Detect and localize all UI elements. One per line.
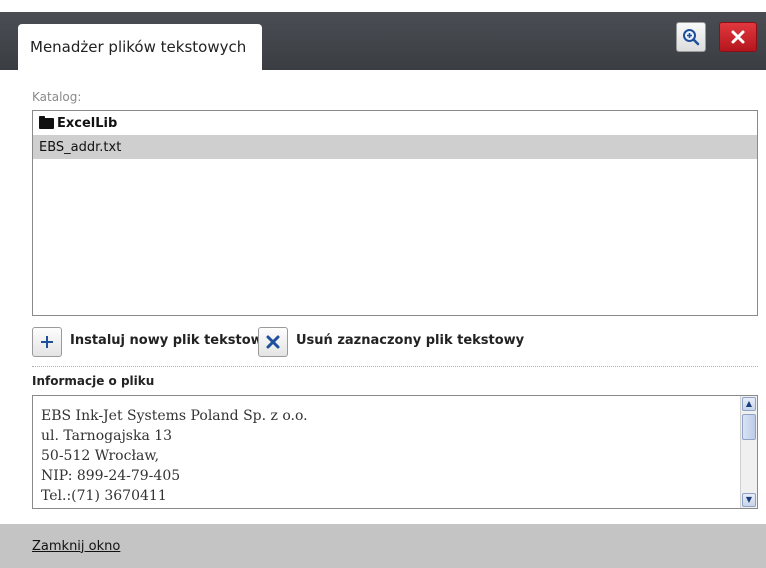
file-info-line: EBS Ink-Jet Systems Poland Sp. z o.o. xyxy=(41,408,308,424)
vertical-scrollbar[interactable]: ▲ ▼ xyxy=(740,396,757,508)
zoom-in-icon xyxy=(683,29,700,46)
partial-caption xyxy=(0,0,766,12)
file-info-box[interactable]: EBS Ink-Jet Systems Poland Sp. z o.o. ul… xyxy=(32,395,758,509)
file-info-label: Informacje o pliku xyxy=(32,374,155,388)
close-button[interactable] xyxy=(719,22,757,52)
close-window-link[interactable]: Zamknij okno xyxy=(32,539,120,554)
window-header: Menadżer plików tekstowych xyxy=(0,12,766,70)
scroll-down-icon[interactable]: ▼ xyxy=(742,493,756,507)
zoom-button[interactable] xyxy=(676,22,706,52)
list-item-label: EBS_addr.txt xyxy=(39,139,122,155)
file-list[interactable]: ExcelLib EBS_addr.txt xyxy=(32,110,758,316)
scroll-up-icon[interactable]: ▲ xyxy=(742,397,756,411)
file-info-text: EBS Ink-Jet Systems Poland Sp. z o.o. ul… xyxy=(41,406,741,506)
file-info-line: 50-512 Wrocław, xyxy=(41,448,160,464)
footer-bar: Zamknij okno xyxy=(0,524,766,568)
tab-text-file-manager[interactable]: Menadżer plików tekstowych xyxy=(18,24,262,70)
file-info-line: NIP: 899-24-79-405 xyxy=(41,468,181,484)
catalog-label: Katalog: xyxy=(32,90,82,104)
close-icon xyxy=(731,30,745,44)
remove-file-label[interactable]: Usuń zaznaczony plik tekstowy xyxy=(296,333,524,348)
list-item-label: ExcelLib xyxy=(57,115,118,131)
x-icon xyxy=(266,335,280,349)
install-file-label[interactable]: Instaluj nowy plik tekstowy xyxy=(70,333,271,348)
file-info-line: ul. Tarnogajska 13 xyxy=(41,428,173,444)
remove-file-button[interactable] xyxy=(258,327,288,357)
list-item-folder[interactable]: ExcelLib xyxy=(33,111,757,135)
divider xyxy=(32,366,758,367)
plus-icon xyxy=(41,336,53,348)
scroll-thumb[interactable] xyxy=(742,414,756,440)
install-file-button[interactable] xyxy=(32,327,62,357)
folder-icon xyxy=(39,115,54,129)
tab-title: Menadżer plików tekstowych xyxy=(30,38,247,56)
file-info-line: Tel.:(71) 3670411 xyxy=(41,488,167,504)
list-item-file[interactable]: EBS_addr.txt xyxy=(33,135,757,159)
